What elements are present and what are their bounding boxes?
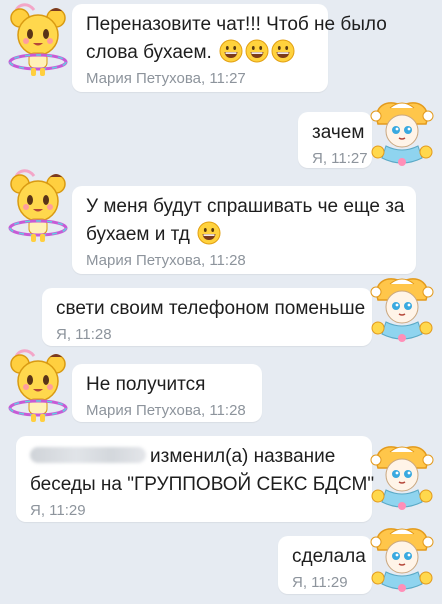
incoming-avatar[interactable] [0,348,76,424]
message-sender-time: Мария Петухова, 11:28 [86,252,246,269]
jester-character-avatar-icon [364,438,440,514]
message-text-line: зачем [312,122,365,143]
outgoing-avatar[interactable] [364,270,440,346]
message-text-line: бухаем и тд [86,224,190,245]
message-text-line: изменил(а) название [150,446,336,467]
grinning-smiley-icon [197,221,221,245]
message-sender-time: Я, 11:27 [312,150,368,167]
jester-character-avatar-icon [364,270,440,346]
cookie-character-avatar-icon [0,2,76,78]
message-sender-time: Я, 11:29 [292,574,348,591]
outgoing-avatar[interactable] [364,520,440,596]
message-sender-time: Мария Петухова, 11:27 [86,70,246,87]
incoming-avatar[interactable] [0,2,76,78]
incoming-message[interactable]: Не получится Мария Петухова, 11:28 [72,364,262,422]
message-sender-time: Я, 11:28 [56,326,112,343]
grinning-smiley-icon [245,39,269,63]
incoming-avatar[interactable] [0,168,76,244]
message-text-line: Не получится [86,374,206,395]
outgoing-message[interactable]: свети своим телефоном поменьше Я, 11:28 [42,288,372,346]
grinning-smiley-icon [219,39,243,63]
message-text-line: Переназовите чат!!! Чтоб не было [86,14,387,35]
jester-character-avatar-icon [364,94,440,170]
jester-character-avatar-icon [364,520,440,596]
incoming-message[interactable]: У меня будут спрашивать че еще за бухаем… [72,186,416,274]
cookie-character-avatar-icon [0,168,76,244]
grinning-smiley-icon [271,39,295,63]
message-text-line: сделала [292,546,366,567]
cookie-character-avatar-icon [0,348,76,424]
message-sender-time: Мария Петухова, 11:28 [86,402,246,419]
message-text-line: У меня будут спрашивать че еще за [86,196,405,217]
outgoing-message[interactable]: сделала Я, 11:29 [278,536,372,594]
outgoing-avatar[interactable] [364,438,440,514]
message-sender-time: Я, 11:29 [30,502,86,519]
blurred-sender-name [30,447,146,463]
incoming-message[interactable]: Переназовите чат!!! Чтоб не было слова б… [72,4,387,92]
message-text-line: слова бухаем. [86,42,212,63]
outgoing-message[interactable]: изменил(а) название беседы на "ГРУППОВОЙ… [16,436,375,522]
message-text-line: беседы на "ГРУППОВОЙ СЕКС БДСМ" [30,474,375,495]
outgoing-message[interactable]: зачем Я, 11:27 [298,112,372,168]
message-text-line: свети своим телефоном поменьше [56,298,366,319]
outgoing-avatar[interactable] [364,94,440,170]
